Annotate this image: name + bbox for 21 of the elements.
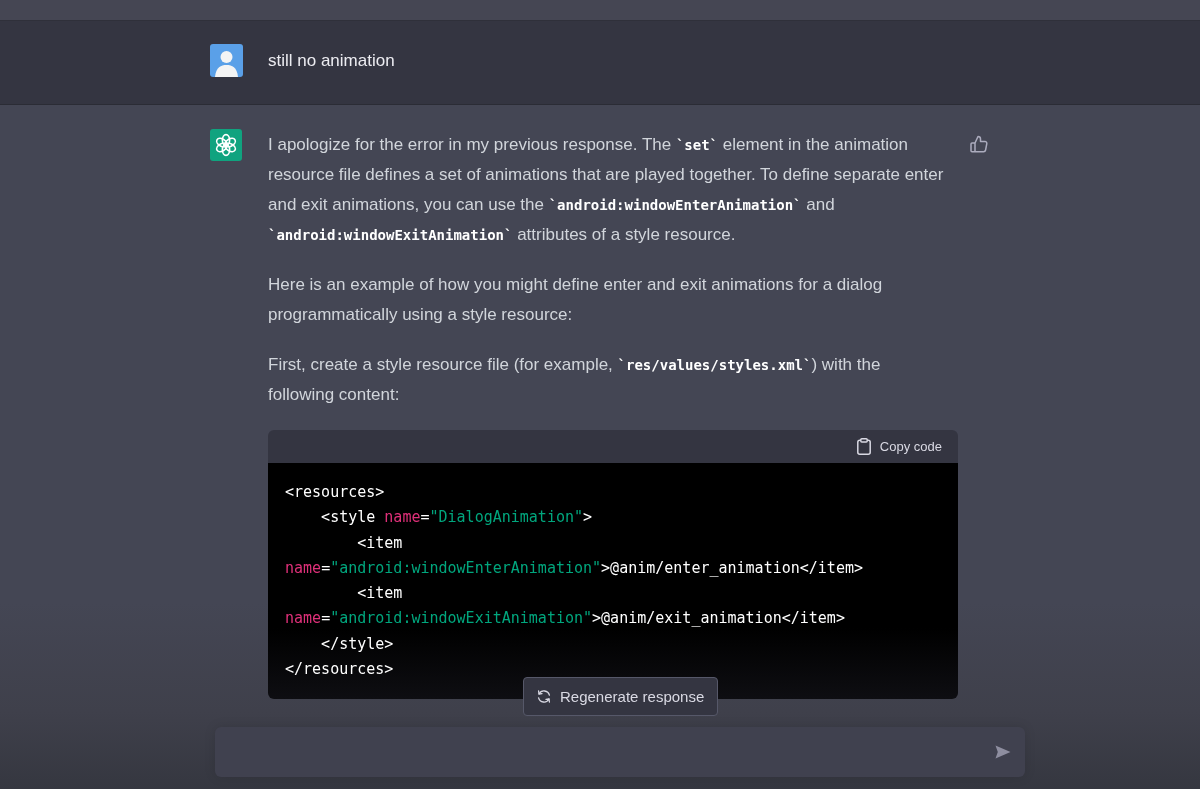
- refresh-icon: [537, 690, 551, 703]
- code-line: name="android:windowEnterAnimation">@anim/enter_animation</item>: [285, 557, 864, 579]
- code-line: <resources>: [285, 482, 386, 503]
- send-icon[interactable]: [995, 745, 1011, 759]
- user-avatar-icon: [210, 44, 243, 77]
- code-line: </resources>: [285, 659, 395, 681]
- message-paragraph: Here is an example of how you might define enter and exit animations for a dialog programmatically using a style resource:: [268, 274, 884, 326]
- user-message-text: still no animation: [268, 50, 395, 72]
- message-paragraph: First, create a style resource file (for example, `res/values/styles.xml`) with the following content:: [268, 354, 882, 406]
- code-line: </style>: [320, 633, 395, 655]
- code-line: name="android:windowExitAnimation">@anim/exit_animation</item>: [285, 608, 846, 630]
- logo-icon: [210, 129, 242, 161]
- code-line: <style name="DialogAnimation">: [320, 507, 594, 529]
- copy-code-button[interactable]: Copy code: [856, 438, 942, 455]
- message-input-field[interactable]: [215, 727, 1025, 777]
- code-line: <item: [356, 532, 404, 554]
- clipboard-icon: [856, 438, 871, 455]
- code-line: <item: [356, 583, 404, 605]
- regenerate-response-button[interactable]: Regenerate response: [523, 677, 719, 716]
- thumbs-up-icon[interactable]: [970, 135, 988, 153]
- message-paragraph: I apologize for the error in my previous response. The `set` element in the animation resource file defines a set of animations that are played together. To define separate enter and exit animations, you can use the `android:windowEnterAnimation` and `android:windowExitAnimation` attributes of a style resource.: [268, 134, 945, 246]
